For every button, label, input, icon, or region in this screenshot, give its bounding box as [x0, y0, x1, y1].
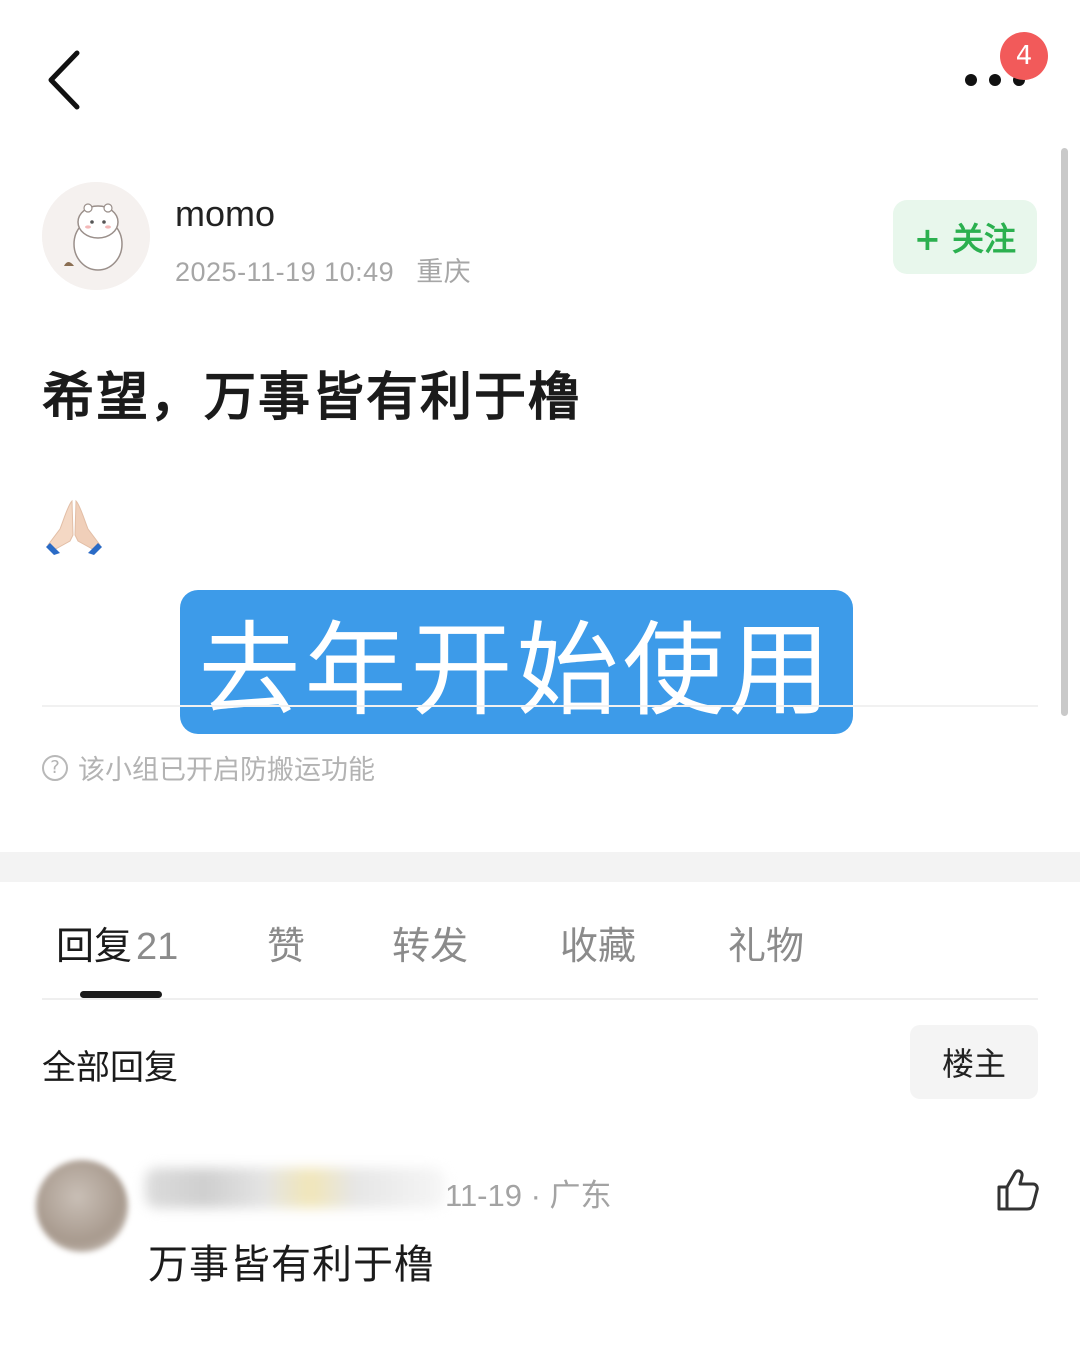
comment-username-blurred[interactable] — [145, 1168, 445, 1208]
post-title: 希望，万事皆有利于橹 — [42, 368, 583, 428]
post-timestamp: 2025-11-19 10:49 — [175, 257, 395, 287]
active-tab-indicator — [80, 991, 162, 998]
notification-badge: 4 — [1000, 32, 1048, 80]
follow-button[interactable]: + 关注 — [893, 200, 1037, 274]
tab-favorites[interactable]: 收藏 — [560, 915, 636, 970]
question-circle-icon[interactable]: ? — [42, 754, 68, 781]
section-separator — [0, 852, 1080, 882]
comment-avatar[interactable] — [36, 1160, 128, 1252]
op-only-filter-button[interactable]: 楼主 — [910, 1025, 1038, 1099]
comment-meta: 11-19 · 广东 — [445, 1178, 612, 1213]
overlay-caption: 去年开始使用 — [180, 590, 853, 734]
tab-gifts[interactable]: 礼物 — [728, 915, 804, 970]
thumbs-up-icon — [997, 1169, 1039, 1211]
tab-likes[interactable]: 赞 — [267, 915, 305, 970]
post-location: 重庆 — [416, 257, 472, 287]
anti-repost-notice: ? 该小组已开启防搬运功能 — [42, 748, 375, 787]
tab-replies[interactable]: 回复 21 — [56, 915, 178, 970]
back-button[interactable] — [30, 40, 100, 120]
post-meta: 2025-11-19 10:49 重庆 — [175, 250, 471, 289]
notice-text: 该小组已开启防搬运功能 — [78, 755, 375, 786]
divider — [42, 705, 1038, 707]
author-avatar[interactable] — [42, 182, 150, 290]
tab-replies-label: 回复 — [56, 924, 133, 968]
comment-text: 万事皆有利于橹 — [148, 1242, 435, 1288]
pray-emoji — [42, 495, 106, 559]
bear-illustration — [42, 182, 150, 290]
tab-divider — [42, 998, 1038, 1000]
praying-hands-icon — [46, 499, 102, 555]
chevron-left-icon — [48, 50, 80, 110]
like-button[interactable] — [988, 1160, 1048, 1220]
tab-reposts[interactable]: 转发 — [392, 915, 468, 970]
replies-title: 全部回复 — [42, 1048, 178, 1088]
tab-replies-count: 21 — [136, 926, 179, 968]
scrollbar[interactable] — [1061, 148, 1068, 716]
author-name[interactable]: momo — [175, 193, 275, 235]
